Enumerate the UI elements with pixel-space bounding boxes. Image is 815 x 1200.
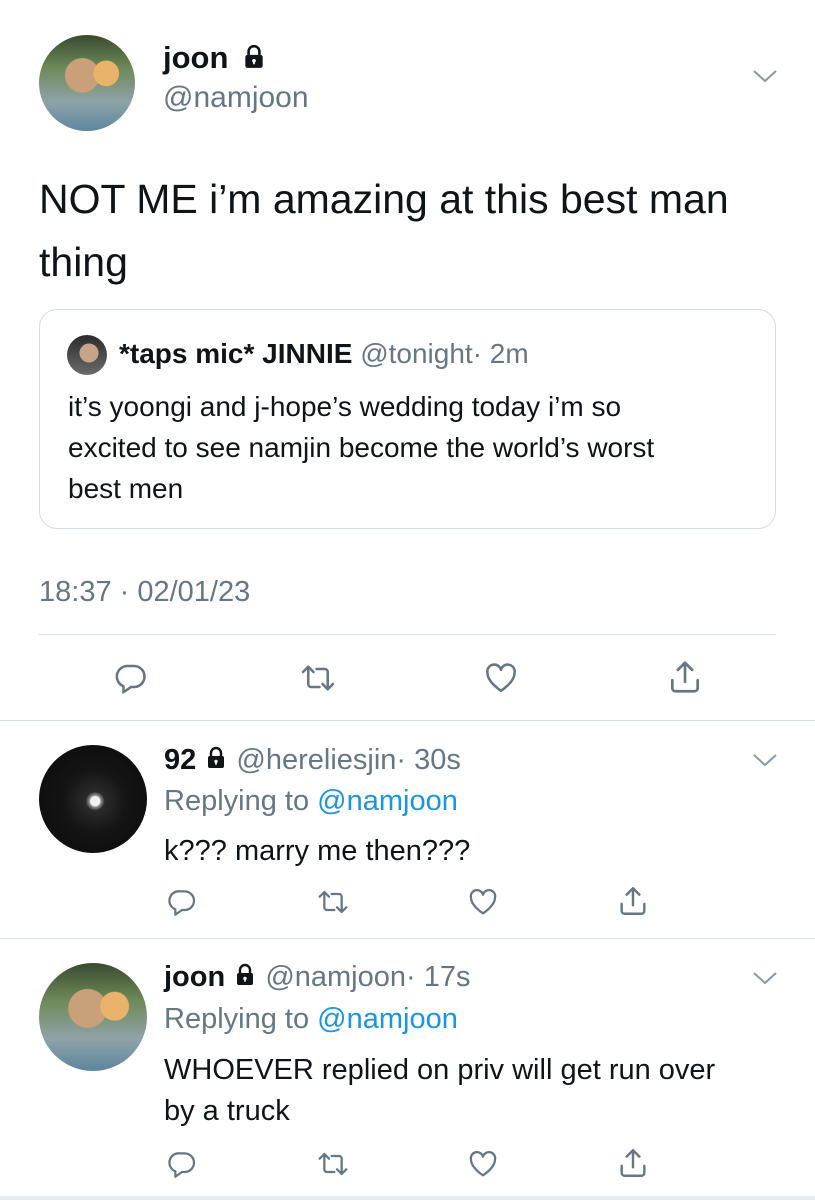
lock-icon (245, 44, 263, 68)
chevron-down-icon[interactable] (752, 752, 778, 768)
quoted-text-line: it’s yoongi and j-hope’s wedding today i… (68, 391, 622, 422)
heart-icon (469, 1150, 497, 1177)
lock-icon (208, 747, 225, 769)
tweet-text: NOT ME i’m amazing at this best man thin… (39, 168, 729, 294)
quoted-text: it’s yoongi and j-hope’s wedding today i… (68, 386, 654, 509)
share-icon (670, 661, 700, 693)
replying-prefix: Replying to (164, 1003, 310, 1035)
lock-icon (237, 964, 254, 986)
heart-icon (486, 663, 516, 693)
quoted-text-line: excited to see namjin become the world’s… (68, 432, 655, 463)
replying-handle[interactable]: @namjoon (317, 785, 458, 817)
quoted-tweet[interactable]: *taps mic* JINNIE @tonight· 2m it’s yoon… (39, 309, 776, 529)
reply-button[interactable] (165, 1148, 199, 1180)
tweet-text-line: NOT ME i’m amazing at this best man (39, 176, 729, 222)
retweet-icon (318, 1152, 348, 1176)
author-display-name[interactable]: joon (163, 40, 228, 75)
reply-text-line: by a truck (164, 1095, 290, 1127)
reply-display-name[interactable]: joon (164, 961, 225, 993)
retweet-icon (301, 665, 335, 691)
author-name-row: joon (163, 38, 267, 78)
share-icon (620, 887, 646, 915)
retweet-icon (318, 890, 348, 914)
quoted-avatar (67, 335, 107, 375)
replying-to: Replying to @namjoon (164, 1000, 458, 1038)
replying-prefix: Replying to (164, 785, 310, 817)
reply-header: joon @namjoon· 17s (164, 958, 471, 996)
share-icon (620, 1149, 646, 1177)
reply-handle[interactable]: @namjoon (265, 961, 406, 993)
heart-icon (469, 888, 497, 915)
divider (0, 720, 815, 721)
like-button[interactable] (466, 886, 500, 918)
retweet-button[interactable] (315, 886, 351, 918)
divider (0, 938, 815, 939)
quoted-text-line: best men (68, 473, 184, 504)
reply-avatar[interactable] (39, 963, 147, 1071)
reply-button[interactable] (112, 660, 150, 696)
reply-header: 92 @hereliesjin· 30s (164, 741, 461, 779)
like-button[interactable] (466, 1148, 500, 1180)
quoted-handle: @tonight (360, 338, 473, 369)
reply-icon (168, 890, 196, 916)
share-button[interactable] (666, 658, 704, 696)
author-handle[interactable]: @namjoon (163, 80, 309, 116)
author-avatar[interactable] (39, 35, 135, 131)
reply-icon (168, 1152, 196, 1178)
reply-avatar[interactable] (39, 745, 147, 853)
quoted-display-name: *taps mic* JINNIE (119, 338, 353, 369)
like-button[interactable] (482, 660, 520, 696)
quoted-header: *taps mic* JINNIE @tonight· 2m (119, 336, 529, 372)
tweet-text-line: thing (39, 239, 128, 285)
replying-to: Replying to @namjoon (164, 782, 458, 820)
reply-icon (115, 664, 146, 694)
reply-text-line: WHOEVER replied on priv will get run ove… (164, 1054, 716, 1086)
reply-handle[interactable]: @hereliesjin (236, 744, 396, 776)
reply-time: · 30s (396, 744, 461, 776)
retweet-button[interactable] (315, 1148, 351, 1180)
share-button[interactable] (616, 884, 650, 918)
reply-time: · 17s (406, 961, 471, 993)
chevron-down-icon[interactable] (752, 970, 778, 986)
reply-display-name[interactable]: 92 (164, 744, 196, 776)
reply-text: k??? marry me then??? (164, 835, 471, 867)
share-button[interactable] (616, 1146, 650, 1180)
quoted-time: · 2m (472, 338, 529, 369)
reply-button[interactable] (165, 886, 199, 918)
replying-handle[interactable]: @namjoon (317, 1003, 458, 1035)
chevron-down-icon[interactable] (752, 68, 778, 84)
reply-text: WHOEVER replied on priv will get run ove… (164, 1050, 715, 1132)
bottom-edge (0, 1196, 815, 1200)
tweet-timestamp[interactable]: 18:37 · 02/01/23 (39, 574, 250, 610)
retweet-button[interactable] (298, 660, 338, 696)
divider (39, 634, 776, 635)
